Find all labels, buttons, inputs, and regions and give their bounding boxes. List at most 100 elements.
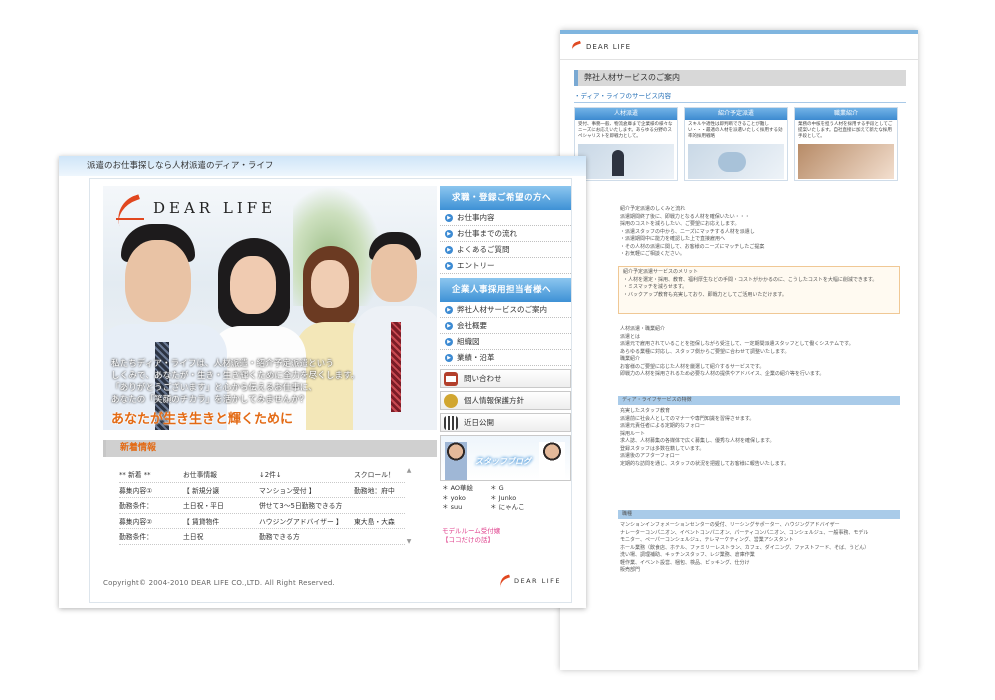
news-cell: マンション受付 】 [259,486,316,495]
text-line: ・派遣スタッフの中から、ニーズにマッチする人材を派遣し [620,228,755,235]
nav-section-job-seekers[interactable]: 求職・登録ご希望の方へ [440,186,571,210]
card-text: 受付、事務一般、物流倉庫まで企業様の様々なニーズにお応えいたします。あらゆる分野… [578,122,673,139]
nav-item-flow[interactable]: ▶ お仕事までの流れ [440,226,571,242]
nav-item-history[interactable]: ▶ 業績・沿革 [440,350,571,366]
mail-icon [444,371,458,386]
news-cell: 併せて3～5日勤務できる方 [259,502,343,511]
staff-photo [688,144,784,179]
nav-item-company[interactable]: ▶ 会社概要 [440,318,571,334]
model-link-line: モデルルーム受付嬢 [442,526,501,535]
news-cell: 土日祝 [183,533,204,542]
job-table-header: 職種 [618,510,900,519]
staff-link[interactable]: ＊ yoko [442,494,482,504]
text-line: ・お気軽にご相談ください。 [620,251,685,257]
hero-slogan: あなたが生き生きと輝くために [111,412,294,427]
nav-item-label: よくあるご質問 [457,244,510,254]
nav-section-companies[interactable]: 企業人事採用担当者様へ [440,278,571,302]
merit-title: 紹介予定派遣サービスのメリット [623,269,699,275]
news-cell: 募集内容① [119,486,153,495]
job-row: マンションインフォメーションセンターの受付、リーシングサポーター、ハウジングアド… [620,522,840,528]
service-card-placement[interactable]: 職業紹介 業務の中核を担う人材を採用する手段としてご提案いたします。自社直接に加… [794,107,898,181]
staff-blog-banner[interactable]: スタッフブログ [440,435,571,481]
nav-item-job-content[interactable]: ▶ お仕事内容 [440,210,571,226]
staff-photo [445,442,467,480]
news-cell: ** 新着 ** [119,471,151,480]
staff-link[interactable]: ＊ にゃんこ [490,503,525,513]
text-line: 充実したスタッフ教育 [620,408,671,414]
news-row: 勤務条件： 土日祝・平日 併せて3～5日勤務できる方 [119,498,405,514]
dear-life-logo[interactable]: DEAR LIFE [113,196,276,220]
news-cell: ↓2件↓ [259,471,282,480]
text-line: 派遣元責任者による定期的なフォロー [620,423,705,429]
back-text-block-3: 充実したスタッフ教育 派遣前に社会人としてのマナーや専門知識を習得させます。 派… [620,408,898,468]
arrow-icon: ▶ [445,245,453,254]
card-title: 人材派遣 [575,108,677,120]
scroll-down-icon[interactable]: ▼ [405,538,413,545]
news-row: 募集内容② 【 賃貸物件 ハウジングアドバイザー 】 東大島・大森 [119,514,405,529]
merit-line: ・バックアップ教育も充実しており、即戦力としてご活用いただけます。 [623,291,787,298]
scroll-up-icon[interactable]: ▲ [405,467,413,474]
nav-item-faq[interactable]: ▶ よくあるご質問 [440,242,571,258]
staff-link[interactable]: ＊ suu [442,503,482,513]
hero-copy-line: しくみで、あなたが・生き・生き輝くために全力を尽くします。 [111,371,360,381]
news-list[interactable]: ** 新着 ** お仕事情報 ↓2件↓ スクロール！ 募集内容① 【 新規分譲 … [119,467,405,545]
coming-soon-label: 近日公開 [464,418,494,427]
text-line: 職業紹介 [620,356,641,362]
coming-soon-button[interactable]: 近日公開 [440,413,571,432]
news-cell: 募集内容② [119,517,153,526]
news-row: 勤務条件： 土日祝 勤務できる方 [119,529,405,545]
arrow-icon: ▶ [445,353,453,362]
news-cell: 勤務条件： [119,533,153,542]
news-cell: お仕事情報 [183,471,217,480]
news-section-title: 新着情報 [103,440,437,457]
news-cell: 東大島・大森 [354,517,395,526]
text-line: 派遣前に社会人としてのマナーや専門知識を習得させます。 [620,415,755,422]
text-line: 派遣元で雇用されていることを担保しながら受注して、一定期間派遣スタッフとして働く… [620,341,854,347]
office-photo [578,144,674,179]
privacy-label: 個人情報保護方針 [464,396,524,405]
staff-link[interactable]: ＊ Junko [490,494,516,504]
page-fade [560,580,918,670]
news-cell: 勤務地：府中 [354,486,395,495]
merit-line: ・ミスマッチを減らせます。 [623,284,688,290]
contact-button[interactable]: 問い合わせ [440,369,571,388]
footer-logo[interactable]: DEAR LIFE [497,574,562,588]
service-card-temp-to-perm[interactable]: 紹介予定派遣 スキルや適性は即判断できることが難しい・・・最適の人材を派遣いたし… [684,107,788,181]
text-line: 紹介予定派遣のしくみと流れ [620,206,686,212]
nav-item-label: 弊社人材サービスのご案内 [457,304,547,314]
card-text: スキルや適性は即判断できることが難しい・・・最適の人材を派遣いたしく採用する効率… [688,122,783,139]
staff-link[interactable]: ＊ AO華絵 [442,484,482,494]
nav-item-services[interactable]: ▶ 弊社人材サービスのご案内 [440,302,571,318]
nav-item-org-chart[interactable]: ▶ 組織図 [440,334,571,350]
text-line: 登録スタッフは多数在籍しています。 [620,445,705,452]
footer-logo-text: DEAR LIFE [514,577,562,585]
job-table: マンションインフォメーションセンターの受付、リーシングサポーター、ハウジングアド… [620,522,898,575]
news-cell: 勤務できる方 [259,533,300,542]
copyright: Copyright© 2004-2010 DEAR LIFE CO.,LTD. … [103,579,335,587]
privacy-policy-button[interactable]: 個人情報保護方針 [440,391,571,410]
job-row: 販売部門 [620,567,641,573]
news-cell: 勤務条件： [119,502,153,511]
nav-item-label: 業績・沿革 [457,352,495,362]
job-table-title: 職種 [622,511,633,517]
job-row: 洗い場、調理補助、キッチンスタッフ、レジ業務、倉庫作業 [620,552,755,558]
job-row: 軽作業、イベント設営、梱包、検品、ピッキング、仕分け [620,559,750,566]
hero-copy: 私たちディア・ライフは、人材派遣・紹介予定派遣という しくみで、あなたが・生き・… [111,358,431,406]
back-logo-text: DEAR LIFE [586,42,632,51]
card-text: 業務の中核を担う人材を採用する手段としてご提案いたします。自社直接に加えて新たな… [798,122,893,139]
nav-item-entry[interactable]: ▶ エントリー [440,258,571,274]
text-line: 採用ルート [620,430,646,437]
news-scrollbar[interactable]: ▲ ▼ [405,467,413,545]
model-room-link[interactable]: モデルルーム受付嬢 【ココだけの話】 [440,527,571,545]
hero-copy-line: あなたの「笑顔のチカラ」を活かしてみませんか？ [111,395,309,405]
service-card-dispatch[interactable]: 人材派遣 受付、事務一般、物流倉庫まで企業様の様々なニーズにお応えいたします。あ… [574,107,678,181]
staff-link[interactable]: ＊ G [490,484,504,494]
logo-text: DEAR LIFE [153,199,277,217]
text-line: 即戦力の人材を採用されるため必要な人材の提供やアドバイス、企業の紹介等を行います… [620,371,825,377]
arrow-icon: ▶ [445,305,453,314]
job-row: ナレーターコンパニオン、イベントコンパニオン、パーティコンパニオン、コンシェルジ… [620,529,869,536]
arrow-icon: ▶ [445,321,453,330]
text-line: ・派遣期間中に能力を確認した上で直接雇用へ [620,236,726,242]
text-line: お客様のご要望に応じた人材を厳選して紹介するサービスです。 [620,363,765,370]
blog-label: スタッフブログ [475,457,531,466]
